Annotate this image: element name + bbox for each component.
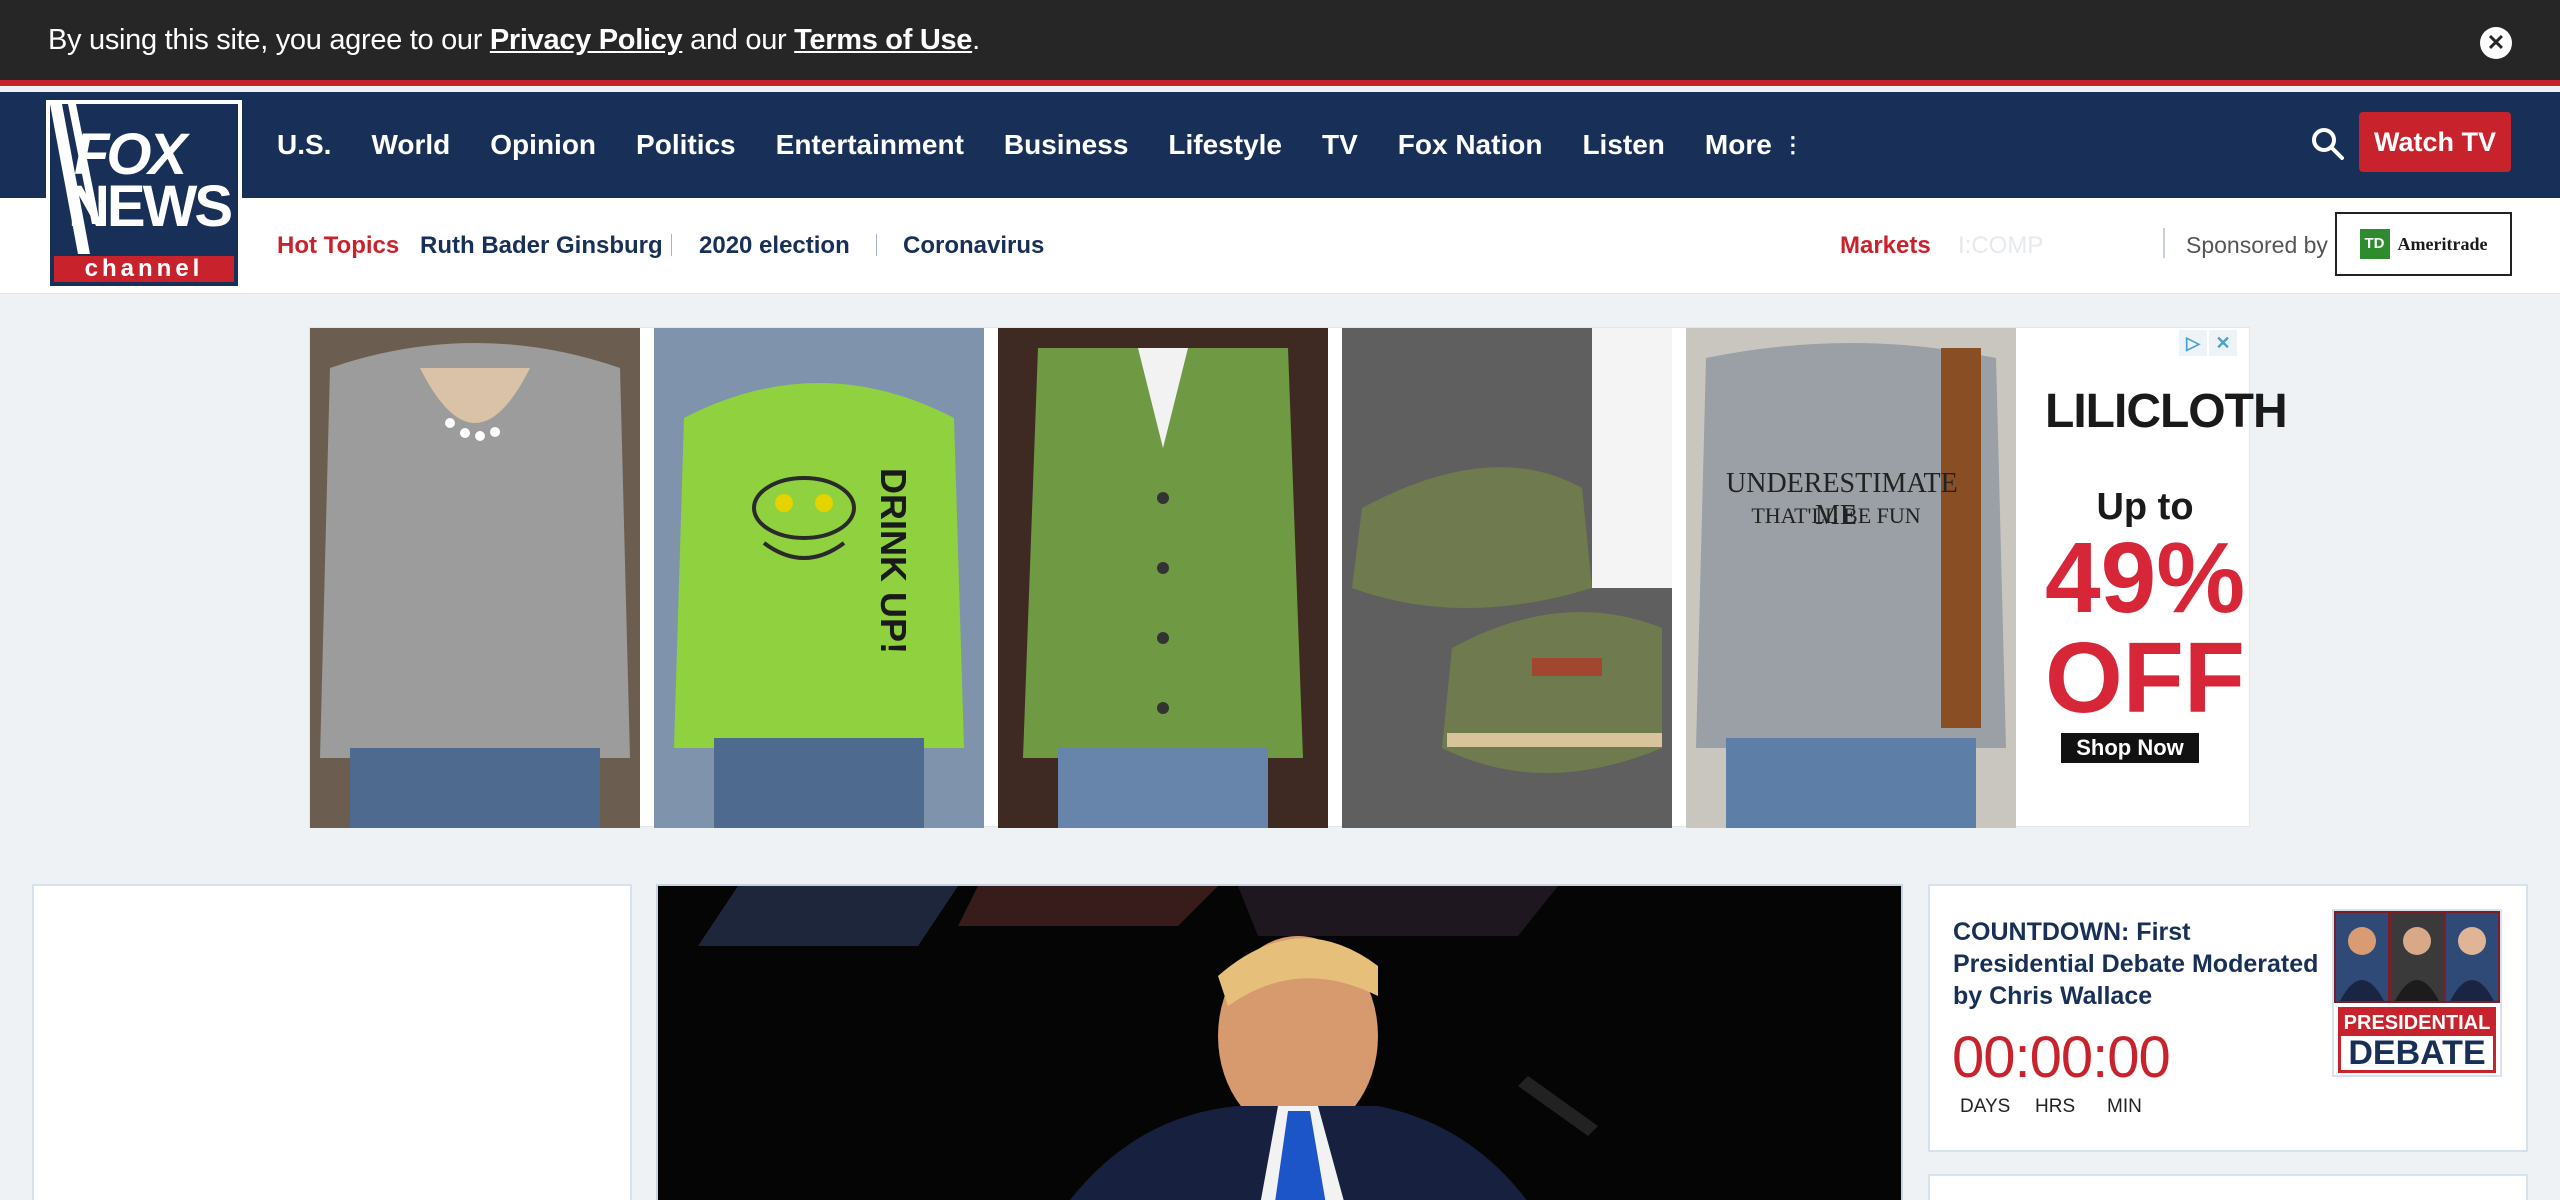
fox-news-logo[interactable]: FOX NEWS channel bbox=[46, 100, 242, 290]
topic-link-election[interactable]: 2020 election bbox=[699, 232, 850, 260]
nav-item-tv[interactable]: TV bbox=[1322, 129, 1358, 161]
nav-item-business[interactable]: Business bbox=[1004, 129, 1129, 161]
cookie-message: By using this site, you agree to our Pri… bbox=[48, 24, 980, 57]
right-card-below bbox=[1928, 1174, 2528, 1200]
debate-badge-line1: PRESIDENTIAL bbox=[2341, 1010, 2493, 1036]
ad-brand: LILICLOTH bbox=[2045, 385, 2288, 438]
topic-divider bbox=[876, 234, 877, 256]
nav-item-lifestyle[interactable]: Lifestyle bbox=[1168, 129, 1282, 161]
sponsor-divider bbox=[2163, 228, 2165, 258]
sponsor-name: Ameritrade bbox=[2397, 233, 2488, 254]
hero-image[interactable] bbox=[656, 884, 1903, 1200]
td-badge: TD bbox=[2359, 229, 2390, 259]
presidential-debate-thumbnail[interactable]: PRESIDENTIAL DEBATE bbox=[2332, 909, 2502, 1077]
market-ticker[interactable]: I:COMP bbox=[1958, 232, 2043, 260]
more-dots-icon: ⋮ bbox=[1781, 132, 1804, 157]
nav-item-opinion[interactable]: Opinion bbox=[490, 129, 596, 161]
cookie-text-middle: and our bbox=[682, 23, 795, 56]
markets-link[interactable]: Markets bbox=[1840, 232, 1931, 260]
nav-item-world[interactable]: World bbox=[371, 129, 450, 161]
ad-image-sweater[interactable] bbox=[310, 328, 640, 828]
ad-shop-now-button[interactable]: Shop Now bbox=[2061, 733, 2199, 763]
nav-item-entertainment[interactable]: Entertainment bbox=[776, 129, 964, 161]
debate-candidates-photo bbox=[2334, 911, 2500, 1003]
cookie-text-start: By using this site, you agree to our bbox=[48, 23, 490, 56]
close-icon[interactable]: ✕ bbox=[2480, 27, 2512, 59]
ad-choices: ▷ ✕ bbox=[2179, 330, 2237, 356]
ad-info-icon[interactable]: ▷ bbox=[2179, 330, 2207, 356]
ad-discount-percent: 49% bbox=[2045, 522, 2246, 634]
countdown-timer: 00:00:00 bbox=[1952, 1025, 2171, 1090]
topic-divider bbox=[671, 234, 672, 256]
ad-image-hoodie[interactable]: DRINK UP! bbox=[654, 328, 984, 828]
ameritrade-sponsor-logo[interactable]: TD Ameritrade bbox=[2335, 212, 2512, 276]
topic-link-ginsburg[interactable]: Ruth Bader Ginsburg bbox=[420, 232, 663, 260]
cookie-text-end: . bbox=[972, 23, 980, 56]
sponsored-by-label: Sponsored by bbox=[2186, 232, 2328, 258]
nav-item-us[interactable]: U.S. bbox=[277, 129, 331, 161]
countdown-unit-min: MIN bbox=[2107, 1096, 2142, 1117]
privacy-policy-link[interactable]: Privacy Policy bbox=[490, 24, 683, 56]
shirt-slogan-line2: THAT'LL BE FUN bbox=[1751, 503, 1921, 528]
hoodie-illustration bbox=[654, 328, 984, 828]
ad-image-shoes[interactable] bbox=[1342, 328, 1672, 828]
nav-item-politics[interactable]: Politics bbox=[636, 129, 736, 161]
debate-badge-line2: DEBATE bbox=[2348, 1034, 2486, 1072]
nav-item-fox-nation[interactable]: Fox Nation bbox=[1398, 129, 1543, 161]
ad-image-sweatshirt[interactable]: UNDERESTIMATE ME THAT'LL BE FUN bbox=[1686, 328, 2016, 828]
nav-items: U.S. World Opinion Politics Entertainmen… bbox=[277, 92, 1844, 198]
ad-close-icon[interactable]: ✕ bbox=[2209, 330, 2237, 356]
countdown-title[interactable]: COUNTDOWN: First Presidential Debate Mod… bbox=[1953, 916, 2323, 1012]
watch-tv-button[interactable]: Watch TV bbox=[2359, 112, 2511, 172]
cardigan-illustration bbox=[998, 328, 1328, 828]
ad-discount-off: OFF bbox=[2045, 622, 2245, 734]
terms-of-use-link[interactable]: Terms of Use bbox=[794, 24, 972, 56]
sweater-illustration bbox=[310, 328, 640, 828]
cookie-consent-bar: By using this site, you agree to our Pri… bbox=[0, 0, 2560, 86]
search-icon[interactable] bbox=[2310, 126, 2346, 162]
ad-banner[interactable]: DRINK UP! UNDERESTIMATE ME THAT'LL BE FU… bbox=[309, 327, 2288, 828]
ad-image-cardigan[interactable] bbox=[998, 328, 1328, 828]
nav-item-listen[interactable]: Listen bbox=[1582, 129, 1664, 161]
nav-more-label: More bbox=[1704, 129, 1772, 160]
sweatshirt-illustration bbox=[1686, 328, 2016, 828]
logo-news-text: NEWS bbox=[68, 174, 233, 239]
left-card-placeholder bbox=[32, 884, 632, 1200]
shoes-illustration bbox=[1342, 328, 1672, 828]
hoodie-text: DRINK UP! bbox=[873, 468, 914, 654]
hot-topics-label: Hot Topics bbox=[277, 232, 400, 259]
countdown-unit-hrs: HRS bbox=[2035, 1096, 2076, 1117]
countdown-unit-days: DAYS bbox=[1960, 1096, 2011, 1117]
hero-photo bbox=[658, 886, 1901, 1200]
topic-link-coronavirus[interactable]: Coronavirus bbox=[903, 232, 1044, 260]
logo-channel-text: channel bbox=[54, 256, 234, 282]
debate-badge: PRESIDENTIAL DEBATE bbox=[2338, 1007, 2496, 1073]
nav-more-button[interactable]: More ⋮ bbox=[1705, 129, 1804, 161]
